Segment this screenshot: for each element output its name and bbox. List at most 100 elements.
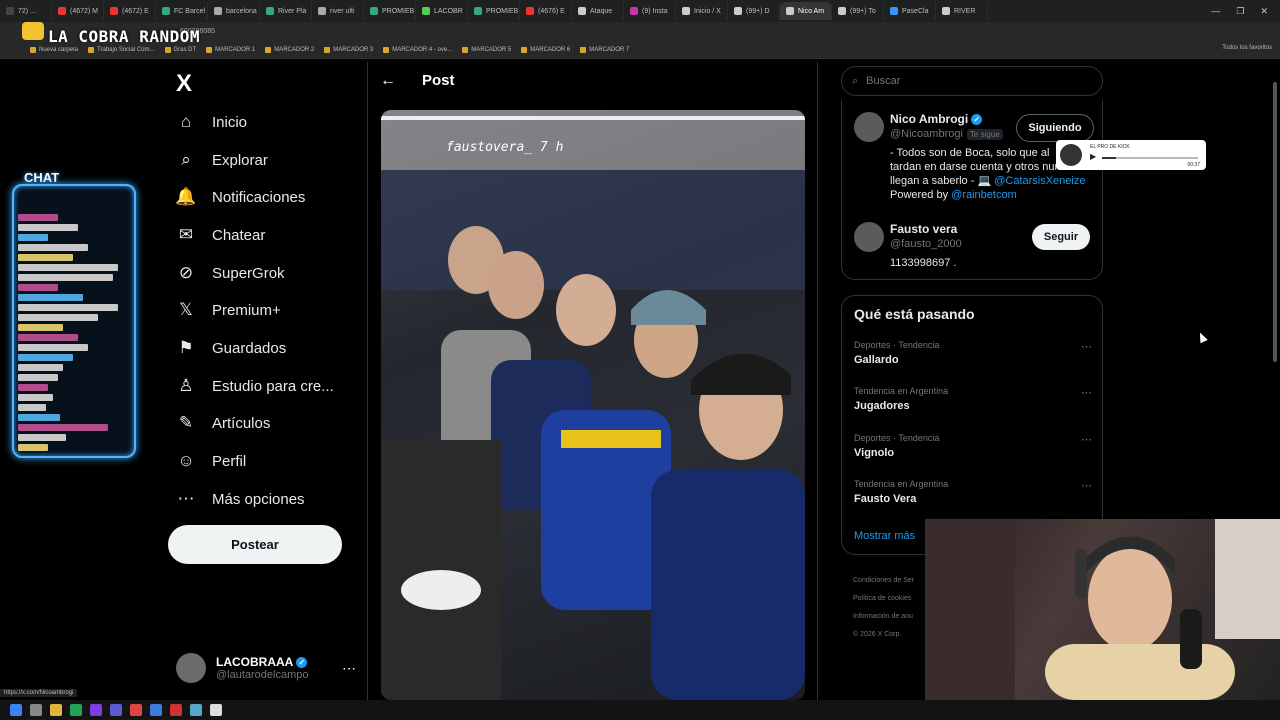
chat-message-line <box>18 244 88 251</box>
bookmark-item[interactable]: Gras DT <box>164 47 196 53</box>
following-button[interactable]: Siguiendo <box>1016 114 1094 142</box>
person-name: Nico Ambrogi <box>890 112 969 126</box>
discord-icon[interactable] <box>110 704 122 716</box>
minimize-button[interactable]: — <box>1211 6 1220 16</box>
x-logo[interactable]: X <box>176 70 192 98</box>
more-icon[interactable]: ⋯ <box>342 660 356 677</box>
app-icon[interactable] <box>190 704 202 716</box>
explorer-icon[interactable] <box>30 704 42 716</box>
more-icon[interactable]: ⋯ <box>1081 386 1092 399</box>
sidebar-item-más-opciones[interactable]: ⋯ Más opciones <box>176 489 305 509</box>
sidebar-item-guardados[interactable]: ⚑ Guardados <box>176 338 286 358</box>
more-icon[interactable]: ⋯ <box>1081 479 1092 492</box>
browser-tab[interactable]: Inicio / X <box>676 2 728 20</box>
footer-link[interactable]: Política de cookies <box>853 590 914 608</box>
browser-tab[interactable]: FC Barcel <box>156 2 208 20</box>
kick-audio-player[interactable]: EL PRO DE KICK ▶ 00:37 <box>1056 140 1206 170</box>
browser-tab[interactable]: (4672) E <box>104 2 156 20</box>
sidebar-item-perfil[interactable]: ☺ Perfil <box>176 451 246 471</box>
sidebar-item-label: Guardados <box>212 339 287 357</box>
sidebar-item-notificaciones[interactable]: 🔔 Notificaciones <box>175 187 305 207</box>
os-taskbar <box>0 700 1280 720</box>
browser-tab[interactable]: River Pla <box>260 2 312 20</box>
sidebar-item-premium[interactable]: 𝕏 Premium+ <box>176 300 281 320</box>
browser-tab[interactable]: RIVER <box>936 2 988 20</box>
footer-link[interactable]: Condiciones de Ser <box>853 572 914 590</box>
obs-icon[interactable] <box>130 704 142 716</box>
account-switcher[interactable]: LACOBRAAA ✓ @lautarodelcampo ⋯ <box>176 650 356 686</box>
app-icon[interactable] <box>150 704 162 716</box>
footer-link[interactable]: Información de anu <box>853 608 914 626</box>
avatar[interactable] <box>854 112 884 142</box>
bookmark-label: Trabajo Social Com... <box>97 47 155 53</box>
tab-label: barcelona <box>226 7 257 15</box>
follow-button[interactable]: Seguir <box>1032 224 1090 250</box>
chat-message-line <box>18 304 118 311</box>
chat-message-line <box>18 424 108 431</box>
start-icon[interactable] <box>10 704 22 716</box>
avatar[interactable] <box>854 222 884 252</box>
sidebar-item-artículos[interactable]: ✎ Artículos <box>176 413 270 433</box>
chrome-icon[interactable] <box>70 704 82 716</box>
close-window-button[interactable]: ✕ <box>1260 6 1268 17</box>
bookmark-item[interactable]: MARCADOR 7 <box>580 47 629 53</box>
play-icon[interactable]: ▶ <box>1090 152 1096 161</box>
scrollbar-thumb[interactable] <box>1273 82 1277 362</box>
bookmark-item[interactable]: Trabajo Social Com... <box>88 47 155 53</box>
trend-item[interactable]: Tendencia en Argentina Fausto Vera ⋯ <box>854 479 1094 505</box>
bookmark-item[interactable]: MARCADOR 6 <box>521 47 570 53</box>
more-icon[interactable]: ⋯ <box>1081 433 1092 446</box>
all-bookmarks-link[interactable]: Todos los favoritos <box>1222 45 1272 51</box>
browser-tab[interactable]: PaseCla <box>884 2 936 20</box>
chat-message-line <box>18 314 98 321</box>
post-photo[interactable] <box>381 110 805 700</box>
bookmark-item[interactable]: MARCADOR 1 <box>206 47 255 53</box>
trend-item[interactable]: Deportes · Tendencia Gallardo ⋯ <box>854 340 1094 366</box>
sidebar-item-explorar[interactable]: ⌕ Explorar <box>176 150 268 170</box>
bookmark-item[interactable]: MARCADOR 3 <box>324 47 373 53</box>
player-progress[interactable] <box>1102 157 1198 159</box>
browser-tab[interactable]: (99+) D <box>728 2 780 20</box>
browser-tab[interactable]: (99+) To <box>832 2 884 20</box>
bookmark-item[interactable]: Nueva carpeta <box>30 47 78 53</box>
bio-link[interactable]: @rainbetcom <box>951 189 1017 201</box>
bookmark-item[interactable]: MARCADOR 5 <box>462 47 511 53</box>
sidebar-item-inicio[interactable]: ⌂ Inicio <box>176 112 247 132</box>
browser-tab[interactable]: (4672) M <box>52 2 104 20</box>
search-input[interactable]: ⌕ Buscar <box>841 66 1103 96</box>
trend-item[interactable]: Deportes · Tendencia Vignolo ⋯ <box>854 433 1094 459</box>
footer-links: Condiciones de Ser Política de cookies I… <box>853 572 914 644</box>
post-button[interactable]: Postear <box>168 525 342 564</box>
browser-tab[interactable]: river ulti <box>312 2 364 20</box>
sidebar-item-estudio-para-cre[interactable]: ♙ Estudio para cre... <box>176 376 333 396</box>
stream-logo-icon <box>22 22 44 40</box>
browser-tab[interactable]: barcelona <box>208 2 260 20</box>
account-handle: @lautarodelcampo <box>216 669 309 681</box>
app-icon[interactable] <box>90 704 102 716</box>
browser-tab[interactable]: Nico Am <box>780 2 832 20</box>
browser-tab[interactable]: PROMIEB <box>364 2 416 20</box>
folder-icon <box>88 47 95 53</box>
browser-tab[interactable]: Ataque <box>572 2 624 20</box>
bookmark-item[interactable]: MARCADOR 2 <box>265 47 314 53</box>
trend-item[interactable]: Tendencia en Argentina Jugadores ⋯ <box>854 386 1094 412</box>
more-icon[interactable]: ⋯ <box>1081 340 1092 353</box>
x-icon: 𝕏 <box>179 300 193 319</box>
browser-tab[interactable]: (4676) E <box>520 2 572 20</box>
browser-tab[interactable]: PROMIEB <box>468 2 520 20</box>
bookmark-item[interactable]: MARCADOR 4 - ove... <box>383 47 452 53</box>
app-icon[interactable] <box>210 704 222 716</box>
app-icon[interactable] <box>170 704 182 716</box>
bio-link[interactable]: @CatarsisXeneize <box>994 175 1085 187</box>
sidebar-item-chatear[interactable]: ✉ Chatear <box>176 225 266 245</box>
browser-tab[interactable]: LACOBR <box>416 2 468 20</box>
folder-icon[interactable] <box>50 704 62 716</box>
sidebar-item-supergrok[interactable]: ⊘ SuperGrok <box>176 263 285 283</box>
back-arrow-icon[interactable]: ← <box>380 72 396 90</box>
page-scrollbar[interactable] <box>1272 62 1278 700</box>
verified-icon: ✓ <box>971 114 983 126</box>
show-more-link[interactable]: Mostrar más <box>854 530 915 542</box>
browser-tab[interactable]: 72) ... <box>0 2 52 20</box>
browser-tab[interactable]: (9) Insta <box>624 2 676 20</box>
maximize-button[interactable]: ❐ <box>1236 6 1244 17</box>
